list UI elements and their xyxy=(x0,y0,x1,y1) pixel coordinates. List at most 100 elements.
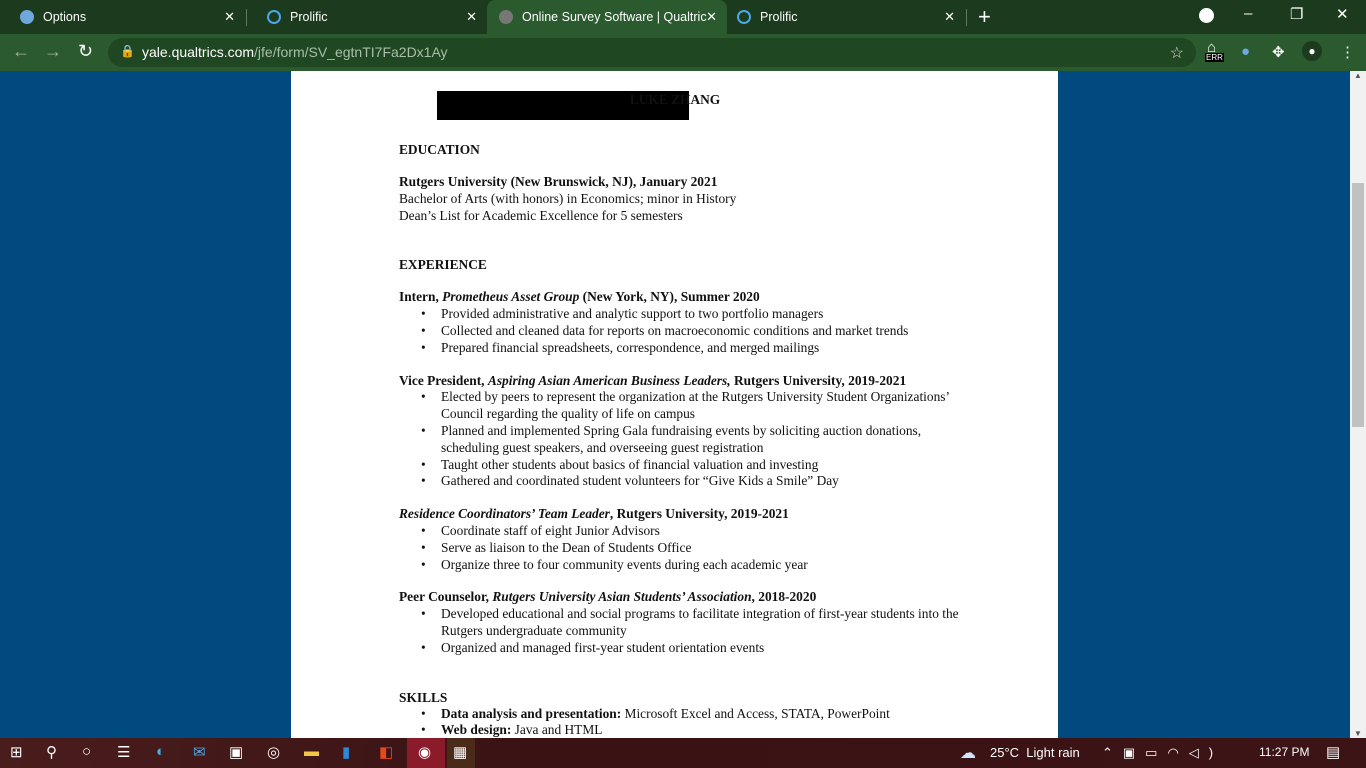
job-heading: Residence Coordinators’ Team Leader, Rut… xyxy=(399,506,959,523)
job-heading: Vice President, Aspiring Asian American … xyxy=(399,373,959,390)
job-heading: Intern, Prometheus Asset Group (New York… xyxy=(399,289,959,306)
job-title: Intern, xyxy=(399,289,443,305)
globe-extension-icon[interactable]: ● xyxy=(1241,43,1250,60)
edge-icon[interactable]: ◐ xyxy=(156,743,165,760)
reload-button[interactable]: ↻ xyxy=(78,41,93,62)
job-title: Peer Counselor, xyxy=(399,589,493,605)
store-icon[interactable]: ▣ xyxy=(229,743,243,761)
restore-button[interactable]: ❐ xyxy=(1290,5,1303,23)
resume-name: LUKE ZHANG xyxy=(629,92,721,107)
close-tab-icon[interactable]: ✕ xyxy=(944,9,955,25)
bullet-item: Coordinate staff of eight Junior Advisor… xyxy=(399,523,959,540)
skill-value: Microsoft Excel and Access, STATA, Power… xyxy=(621,705,890,721)
bullet-item: Taught other students about basics of fi… xyxy=(399,457,959,474)
search-icon[interactable]: ⚲ xyxy=(46,743,57,761)
scrollbar[interactable]: ▲ ▼ xyxy=(1350,71,1366,738)
star-icon[interactable]: ☆ xyxy=(1170,43,1184,63)
puzzle-icon[interactable]: ✥ xyxy=(1272,43,1285,61)
degree: Bachelor of Arts (with honors) in Econom… xyxy=(399,190,737,206)
bullet-item: Collected and cleaned data for reports o… xyxy=(399,323,959,340)
file-explorer-icon[interactable]: ▬ xyxy=(304,743,319,760)
job-org: Aspiring Asian American Business Leaders… xyxy=(487,372,731,388)
tab-prolific-2[interactable]: Prolific ✕ xyxy=(727,0,965,34)
cloud-rain-icon: ☁ xyxy=(960,745,976,762)
new-tab-button[interactable]: + xyxy=(978,4,991,30)
task-view-icon[interactable]: ☰ xyxy=(117,743,130,761)
system-tray: ☁ 25°C Light rain ⌃▣▭◠◁) xyxy=(960,745,1213,762)
menu-icon[interactable]: ⋮ xyxy=(1340,43,1355,61)
tab-title: Prolific xyxy=(290,10,328,24)
loading-icon xyxy=(499,10,513,24)
skill-label: Web design: xyxy=(441,722,512,738)
phone-icon[interactable]: ▮ xyxy=(342,743,350,761)
tab-search-button[interactable] xyxy=(1199,8,1214,23)
bullet-item: Organize three to four community events … xyxy=(399,557,959,574)
experience-heading: EXPERIENCE xyxy=(399,257,487,273)
tab-prolific[interactable]: Prolific ✕ xyxy=(247,0,487,34)
job-org: Residence Coordinators’ Team Leader xyxy=(399,506,610,522)
job-org: Prometheus Asset Group xyxy=(442,289,580,305)
clock[interactable]: 11:27 PM xyxy=(1259,745,1309,759)
tray-icons[interactable]: ⌃▣▭◠◁) xyxy=(1102,745,1223,761)
mail-icon[interactable]: ✉ xyxy=(193,743,206,761)
url-host: yale.qualtrics.com xyxy=(142,44,255,60)
bullet-item: Organized and managed first-year student… xyxy=(399,640,959,657)
job-org: Rutgers University Asian Students’ Assoc… xyxy=(492,589,752,605)
close-window-button[interactable]: ✕ xyxy=(1336,5,1349,23)
bullet-item: Developed educational and social program… xyxy=(399,606,959,640)
job-details: , 2018-2020 xyxy=(751,589,817,605)
url-path: /jfe/form/SV_egtnTI7Fa2Dx1Ay xyxy=(254,44,448,60)
notifications-icon[interactable]: ▤ xyxy=(1326,743,1340,761)
weather-text[interactable]: 25°C Light rain xyxy=(990,745,1080,760)
tab-options[interactable]: Options ✕ xyxy=(0,0,245,34)
bullet-item: Elected by peers to represent the organi… xyxy=(399,389,959,423)
bullet-item: Provided administrative and analytic sup… xyxy=(399,306,959,323)
tab-title: Options xyxy=(43,10,87,24)
tab-title: Online Survey Software | Qualtric xyxy=(522,10,707,24)
globe-icon xyxy=(20,10,34,24)
tab-title: Prolific xyxy=(760,10,798,24)
tab-qualtrics[interactable]: Online Survey Software | Qualtric ✕ xyxy=(487,0,727,34)
profile-icon[interactable]: ● xyxy=(1302,41,1322,61)
bullet-item: Gathered and coordinated student volunte… xyxy=(399,473,959,490)
skill-item: Web design: Java and HTML xyxy=(399,722,959,738)
taskbar: ⊞ ⚲ ○ ☰ ◐ ✉ ▣ ◎ ▬ ▮ ◧ ◉ ▦ ☁ 25°C Light r… xyxy=(0,738,1366,768)
resume-document: LUKE ZHANG EDUCATION Rutgers University … xyxy=(291,71,1058,738)
address-bar[interactable]: 🔒 yale.qualtrics.com/jfe/form/SV_egtnTI7… xyxy=(108,38,1196,67)
lock-icon: 🔒 xyxy=(120,44,135,58)
minimize-button[interactable]: – xyxy=(1244,5,1252,22)
close-tab-icon[interactable]: ✕ xyxy=(466,9,477,25)
close-tab-icon[interactable]: ✕ xyxy=(706,9,717,25)
school: Rutgers University (New Brunswick, NJ), … xyxy=(399,174,718,189)
chrome-taskbar-button[interactable]: ◉ xyxy=(407,738,445,768)
calendar-taskbar-button[interactable]: ▦ xyxy=(447,738,475,768)
close-tab-icon[interactable]: ✕ xyxy=(224,9,235,25)
extension-badge: ERR xyxy=(1205,53,1224,62)
skills-heading: SKILLS xyxy=(399,689,448,705)
calendar-icon: ▦ xyxy=(453,744,468,761)
extension-icon[interactable]: ⌂ ERR xyxy=(1205,39,1224,62)
forward-button[interactable]: → xyxy=(44,41,62,62)
prolific-icon xyxy=(737,10,751,24)
job-heading: Peer Counselor, Rutgers University Asian… xyxy=(399,589,959,606)
bullet-item: Planned and implemented Spring Gala fund… xyxy=(399,423,959,457)
cortana-icon[interactable]: ○ xyxy=(82,743,91,760)
job-details: , Rutgers University, 2019-2021 xyxy=(609,506,789,522)
back-button[interactable]: ← xyxy=(12,41,30,62)
bullet-item: Serve as liaison to the Dean of Students… xyxy=(399,540,959,557)
scrollbar-thumb[interactable] xyxy=(1352,183,1364,427)
education-heading: EDUCATION xyxy=(399,142,480,157)
honor: Dean’s List for Academic Excellence for … xyxy=(399,207,683,223)
bullet-item: Prepared financial spreadsheets, corresp… xyxy=(399,340,959,357)
media-icon[interactable]: ◎ xyxy=(267,743,280,761)
office-icon[interactable]: ◧ xyxy=(379,743,393,761)
job-title: Vice President, xyxy=(399,372,488,388)
skill-item: Data analysis and presentation: Microsof… xyxy=(399,706,959,723)
job-details: Rutgers University, 2019-2021 xyxy=(730,372,907,388)
browser-toolbar: ← → ↻ 🔒 yale.qualtrics.com/jfe/form/SV_e… xyxy=(0,34,1366,71)
windows-start-icon[interactable]: ⊞ xyxy=(10,743,23,761)
